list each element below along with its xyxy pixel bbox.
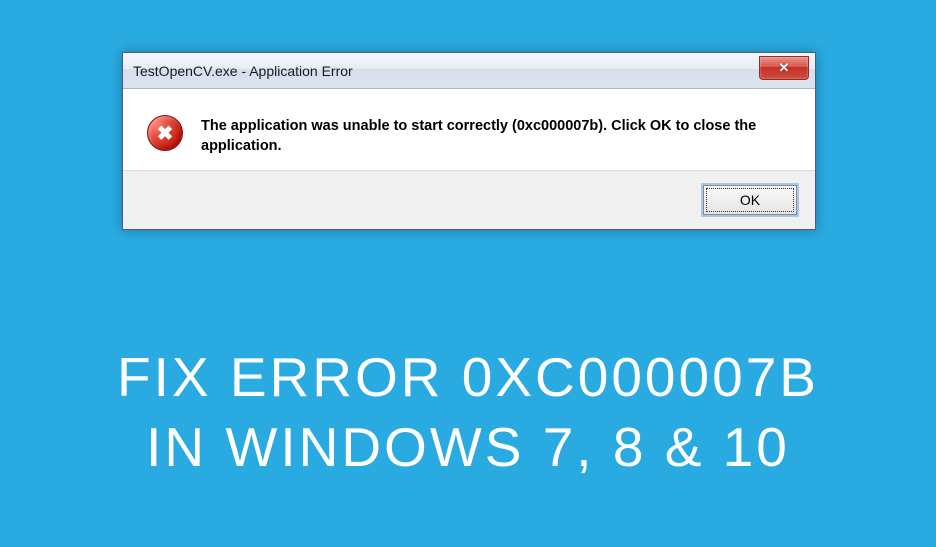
error-dialog: TestOpenCV.exe - Application Error ✕ ✖ T… — [122, 52, 816, 230]
close-button[interactable]: ✕ — [759, 56, 809, 80]
headline: FIX ERROR 0XC000007B IN WINDOWS 7, 8 & 1… — [0, 342, 936, 483]
button-row: OK — [123, 170, 815, 229]
dialog-body: ✖ The application was unable to start co… — [123, 89, 815, 170]
ok-button[interactable]: OK — [703, 185, 797, 215]
titlebar: TestOpenCV.exe - Application Error ✕ — [123, 53, 815, 89]
close-icon: ✕ — [779, 60, 790, 76]
error-icon: ✖ — [147, 115, 183, 151]
x-icon: ✖ — [157, 121, 174, 146]
error-message: The application was unable to start corr… — [201, 115, 791, 156]
headline-line1: FIX ERROR 0XC000007B — [0, 342, 936, 412]
window-title: TestOpenCV.exe - Application Error — [133, 63, 353, 79]
headline-line2: IN WINDOWS 7, 8 & 10 — [0, 412, 936, 482]
